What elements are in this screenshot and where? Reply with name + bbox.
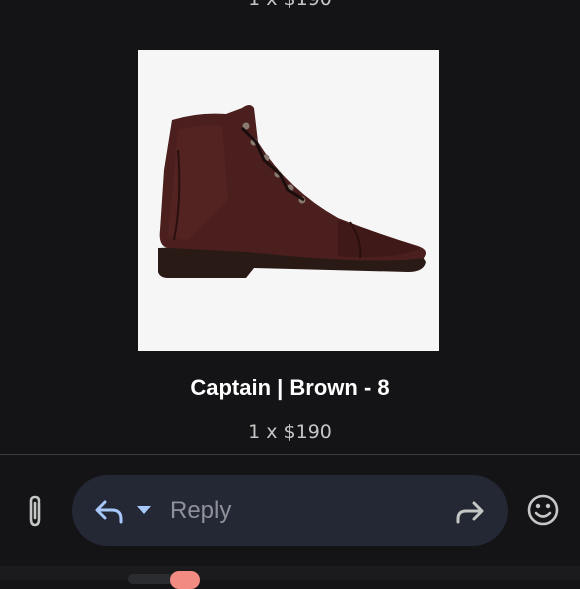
reply-placeholder: Reply [170,497,232,524]
reply-arrow-icon[interactable] [94,497,124,525]
system-nav-strip [0,566,580,580]
product-image[interactable] [138,50,439,351]
boot-image [138,50,439,351]
notification-badge [170,571,200,589]
emoji-icon[interactable] [526,493,560,527]
previous-item-quantity: 1 x $190 [0,0,580,10]
caret-down-icon[interactable] [137,505,151,515]
product-title[interactable]: Captain | Brown - 8 [0,375,580,401]
paperclip-icon[interactable] [18,492,52,530]
reply-input[interactable]: Reply [72,475,508,546]
forward-arrow-icon[interactable] [454,497,486,525]
product-quantity-price: 1 x $190 [248,421,332,443]
